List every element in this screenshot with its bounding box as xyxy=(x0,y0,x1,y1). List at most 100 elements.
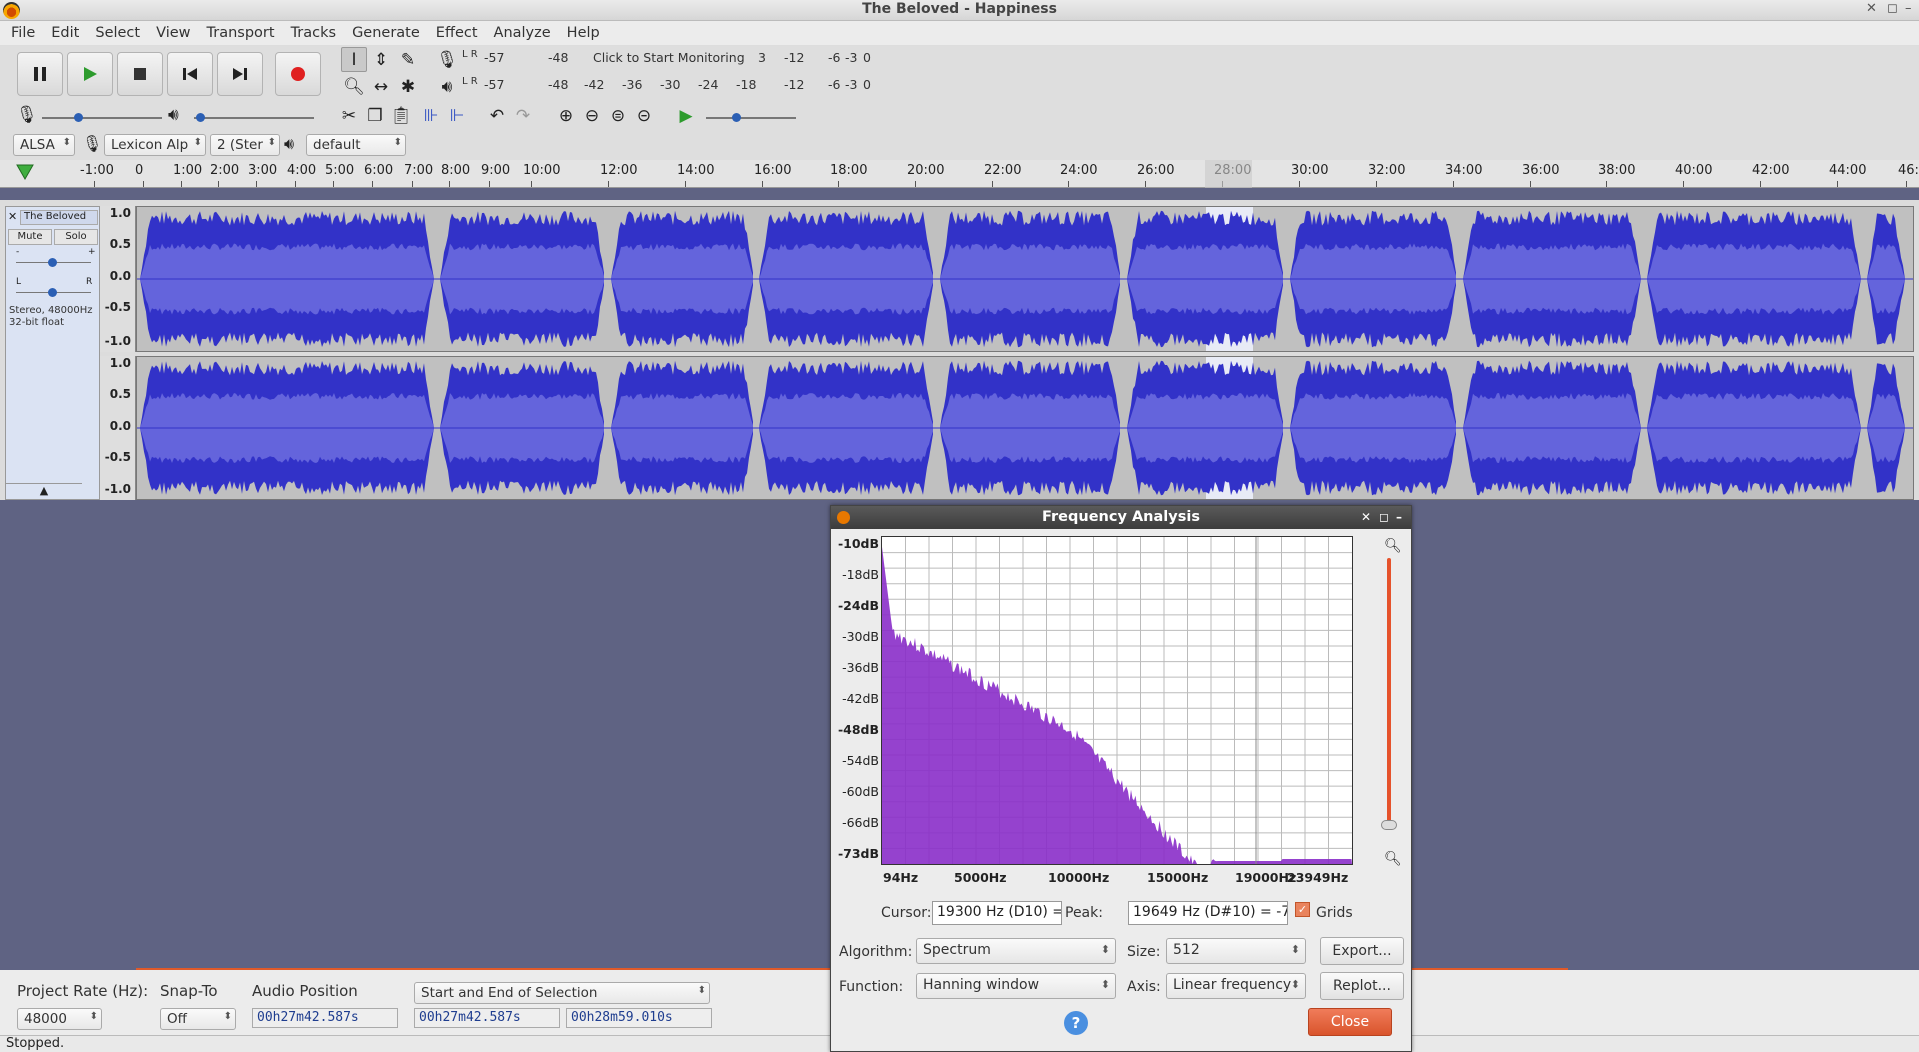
scale-label: -1.0 xyxy=(104,482,131,496)
fit-project-button[interactable]: ⊝ xyxy=(631,103,657,128)
menu-transport[interactable]: Transport xyxy=(199,25,283,41)
draw-tool[interactable]: ✎ xyxy=(395,47,421,72)
cursor-value-field[interactable]: 19300 Hz (D10) = -72 xyxy=(932,901,1062,925)
pan-slider[interactable] xyxy=(16,288,91,297)
selection-mode-select[interactable]: Start and End of Selection xyxy=(414,982,710,1004)
playback-device-select[interactable]: default xyxy=(306,134,406,156)
timeline-ruler[interactable]: -1:00 0 1:00 2:00 3:00 4:00 5:00 6:00 7:00 8:00 9:… xyxy=(0,160,1919,188)
play-meter[interactable]: L R -57 -48 -42 -36 -30 -24 -18 -12 -6 -… xyxy=(462,77,872,99)
vertical-scale-right[interactable]: 1.0 0.5 0.0 -0.5 -1.0 xyxy=(100,356,136,500)
zoom-tool[interactable]: 🔍︎ xyxy=(341,74,367,99)
dialog-maximize-icon[interactable]: ◻ xyxy=(1379,506,1389,529)
export-button[interactable]: Export... xyxy=(1320,937,1404,965)
axis-select[interactable]: Linear frequency xyxy=(1166,973,1306,999)
function-select[interactable]: Hanning window xyxy=(916,973,1116,999)
menu-generate[interactable]: Generate xyxy=(344,25,428,41)
menu-effect[interactable]: Effect xyxy=(428,25,486,41)
minimize-window-icon[interactable]: – xyxy=(1905,1,1912,16)
recording-channels-select[interactable]: 2 (Ster xyxy=(210,134,280,156)
hz-axis-label: 15000Hz xyxy=(1147,870,1209,885)
timeshift-tool[interactable]: ↔ xyxy=(368,74,394,99)
playback-volume-slider[interactable] xyxy=(194,113,314,122)
dialog-close-icon[interactable]: ✕ xyxy=(1361,506,1371,529)
maximize-window-icon[interactable]: ◻ xyxy=(1887,1,1898,16)
play-button[interactable] xyxy=(67,52,113,96)
play-speed-slider[interactable] xyxy=(706,113,796,122)
slider-thumb[interactable] xyxy=(196,113,205,122)
collapse-track-button[interactable]: ▲ xyxy=(6,483,82,499)
cut-button[interactable]: ✂ xyxy=(336,103,362,128)
selection-tool[interactable]: I xyxy=(341,47,367,72)
waveform-left-channel[interactable] xyxy=(136,206,1914,352)
slider-thumb[interactable] xyxy=(74,113,83,122)
record-meter-button[interactable]: 🎙︎ xyxy=(434,47,460,72)
paste-button[interactable]: 📋︎ xyxy=(388,103,414,128)
recording-volume-slider[interactable] xyxy=(42,113,162,122)
stop-button[interactable] xyxy=(117,52,163,96)
solo-button[interactable]: Solo xyxy=(54,229,98,245)
slider-thumb[interactable] xyxy=(48,258,57,267)
ruler-tick-mark xyxy=(1530,181,1531,187)
close-track-icon[interactable]: ✕ xyxy=(8,210,17,223)
meter-tick: 3 xyxy=(758,50,766,65)
size-select[interactable]: 512 xyxy=(1166,938,1306,964)
ruler-tick-label: 0 xyxy=(135,163,144,178)
pause-button[interactable] xyxy=(17,52,63,96)
zoom-in-button[interactable]: ⊕ xyxy=(553,103,579,128)
slider-thumb[interactable] xyxy=(1381,820,1397,830)
zoom-out-icon[interactable]: 🔍︎ xyxy=(1384,851,1402,867)
skip-end-button[interactable] xyxy=(217,52,263,96)
slider-thumb[interactable] xyxy=(48,288,57,297)
undo-button[interactable]: ↶ xyxy=(484,103,510,128)
grids-checkbox[interactable]: ✓ xyxy=(1295,902,1310,917)
algorithm-select[interactable]: Spectrum xyxy=(916,938,1116,964)
record-meter[interactable]: L R -57 -48 Click to Start Monitoring 3 … xyxy=(462,50,872,72)
snap-to-select[interactable]: Off xyxy=(160,1008,236,1030)
trim-button[interactable]: ⊪ xyxy=(418,103,444,128)
menu-edit[interactable]: Edit xyxy=(43,25,87,41)
close-button[interactable]: Close xyxy=(1308,1008,1392,1036)
ruler-tick-label: 14:00 xyxy=(677,163,715,178)
menu-bar: File Edit Select View Transport Tracks G… xyxy=(0,21,1919,46)
mute-button[interactable]: Mute xyxy=(8,229,52,245)
fit-selection-button[interactable]: ⊜ xyxy=(605,103,631,128)
dialog-titlebar: Frequency Analysis ✕ ◻ – xyxy=(831,506,1411,529)
replot-button[interactable]: Replot... xyxy=(1320,972,1404,1000)
menu-file[interactable]: File xyxy=(3,25,43,41)
peak-value-field[interactable]: 19649 Hz (D#10) = -7 xyxy=(1128,901,1288,925)
menu-analyze[interactable]: Analyze xyxy=(486,25,559,41)
spectrum-plot[interactable] xyxy=(881,536,1353,865)
play-at-speed-button[interactable]: ▶ xyxy=(673,103,699,128)
selection-start-field[interactable]: 00h27m42.587s xyxy=(414,1008,560,1028)
menu-tracks[interactable]: Tracks xyxy=(283,25,345,41)
audio-position-field[interactable]: 00h27m42.587s xyxy=(252,1008,398,1028)
menu-view[interactable]: View xyxy=(148,25,198,41)
dialog-minimize-icon[interactable]: – xyxy=(1396,506,1402,529)
skip-start-icon xyxy=(183,68,197,80)
envelope-tool[interactable]: ⇕ xyxy=(368,47,394,72)
record-button[interactable] xyxy=(275,52,321,96)
recording-device-select[interactable]: Lexicon Alp xyxy=(104,134,206,156)
slider-thumb[interactable] xyxy=(732,113,741,122)
scale-label: 1.0 xyxy=(109,206,131,220)
menu-help[interactable]: Help xyxy=(559,25,608,41)
multi-tool[interactable]: ✱ xyxy=(395,74,421,99)
redo-button[interactable]: ↷ xyxy=(510,103,536,128)
project-rate-select[interactable]: 48000 xyxy=(17,1008,102,1030)
selection-end-field[interactable]: 00h28m59.010s xyxy=(566,1008,712,1028)
silence-button[interactable]: ⊩ xyxy=(444,103,470,128)
zoom-out-button[interactable]: ⊖ xyxy=(579,103,605,128)
close-window-icon[interactable]: ✕ xyxy=(1866,1,1877,16)
help-button[interactable]: ? xyxy=(1064,1011,1088,1035)
gain-slider[interactable] xyxy=(16,258,91,267)
audio-host-select[interactable]: ALSA xyxy=(13,134,75,156)
track-name-menu[interactable]: The Beloved xyxy=(20,210,98,225)
zoom-in-icon[interactable]: 🔍︎ xyxy=(1384,538,1402,554)
menu-select[interactable]: Select xyxy=(87,25,148,41)
waveform-right-channel[interactable] xyxy=(136,356,1914,500)
vertical-scale-left[interactable]: 1.0 0.5 0.0 -0.5 -1.0 xyxy=(100,206,136,352)
play-meter-button[interactable]: 🔊︎ xyxy=(434,74,460,99)
db-range-slider[interactable] xyxy=(1381,558,1397,830)
skip-start-button[interactable] xyxy=(167,52,213,96)
copy-button[interactable]: ❐ xyxy=(362,103,388,128)
